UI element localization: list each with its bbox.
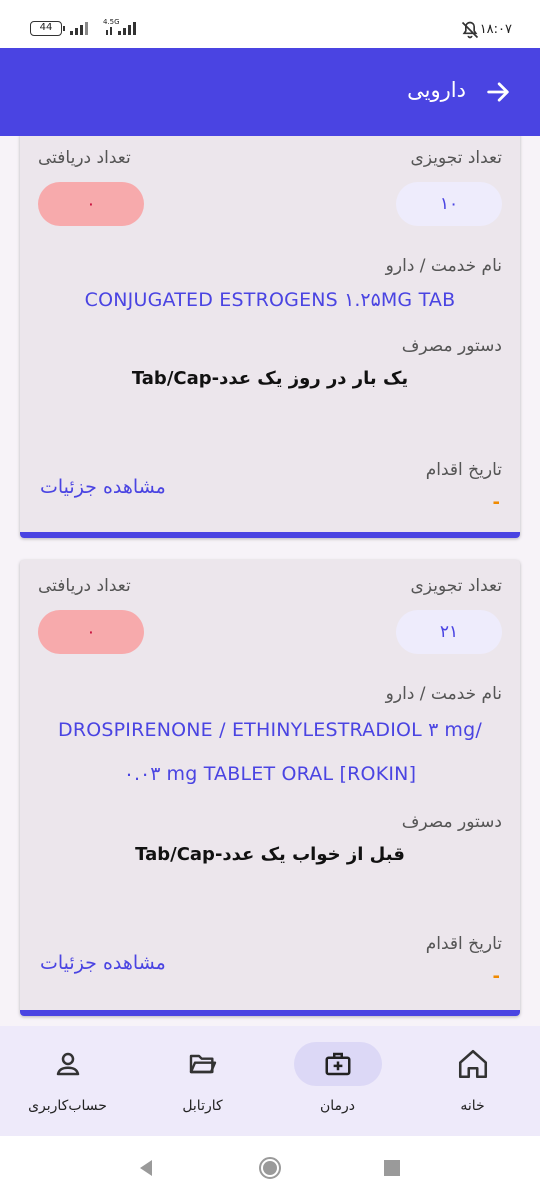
prescribed-count-label: تعداد تجویزی	[410, 148, 502, 168]
view-details-link[interactable]: مشاهده جزئیات	[40, 476, 166, 498]
status-time: ۱۸:۰۷	[479, 22, 512, 37]
service-name-label: نام خدمت / دارو	[385, 684, 502, 704]
nav-icon-container	[293, 1042, 382, 1086]
prescribed-count-badge: ۱۰	[396, 182, 502, 226]
action-date-label: تاریخ اقدام	[425, 934, 502, 954]
prescribed-count-badge: ۲۱	[396, 610, 502, 654]
app-bar: دارویی	[0, 48, 540, 136]
status-left-icons: 44 4.5G	[30, 18, 138, 36]
network-type: 4.5G	[103, 18, 120, 26]
action-date-value: -	[492, 966, 500, 987]
home-icon	[458, 1049, 487, 1079]
nav-icon-container	[429, 1042, 517, 1086]
usage-instruction-label: دستور مصرف	[401, 812, 502, 832]
drug-name: DROSPIRENONE / ETHINYLESTRADIOL ۳ mg/ ۰.…	[40, 708, 500, 796]
service-name-label: نام خدمت / دارو	[385, 256, 502, 276]
nav-icon-container	[159, 1042, 247, 1086]
prescribed-count-label: تعداد تجویزی	[410, 576, 502, 596]
medical-kit-icon	[325, 1052, 350, 1076]
card-accent-bar	[20, 532, 520, 538]
nav-label: خانه	[460, 1098, 485, 1114]
received-count-label: تعداد دریافتی	[38, 576, 131, 596]
status-bar: 44 4.5G ۱۸:۰۷	[0, 0, 540, 48]
nav-item-account[interactable]: حساب‌کاربری	[0, 1026, 135, 1136]
drug-name-line: CONJUGATED ESTROGENS ۱.۲۵MG TAB	[84, 289, 456, 311]
usage-instruction: یک بار در روز یک عدد-Tab/Cap	[131, 368, 409, 389]
drug-name-line: ۰.۰۳ mg TABLET ORAL [ROKIN]	[123, 763, 417, 785]
back-arrow-icon[interactable]	[484, 78, 512, 106]
nav-label: کارتابل	[182, 1098, 223, 1114]
received-count-badge: ۰	[38, 182, 144, 226]
bottom-navigation: خانه درمان کارتابل حساب‌کا	[0, 1026, 540, 1136]
nav-item-cartable[interactable]: کارتابل	[135, 1026, 270, 1136]
system-home-icon[interactable]	[258, 1156, 282, 1180]
user-icon	[56, 1052, 79, 1076]
nav-item-home[interactable]: خانه	[405, 1026, 540, 1136]
nav-label: درمان	[319, 1098, 356, 1114]
drug-name: CONJUGATED ESTROGENS ۱.۲۵MG TAB	[40, 278, 500, 322]
received-count-badge: ۰	[38, 610, 144, 654]
usage-instruction-label: دستور مصرف	[401, 336, 502, 356]
nav-icon-container	[24, 1042, 112, 1086]
usage-instruction: قبل از خواب یک عدد-Tab/Cap	[135, 844, 405, 865]
action-date-label: تاریخ اقدام	[425, 460, 502, 480]
medication-card: تعداد تجویزی تعداد دریافتی ۲۱ ۰ نام خدمت…	[20, 560, 520, 1016]
received-count-label: تعداد دریافتی	[38, 148, 131, 168]
view-details-link[interactable]: مشاهده جزئیات	[40, 952, 166, 974]
battery-icon: 44	[30, 20, 65, 36]
medication-list[interactable]: تعداد تجویزی تعداد دریافتی ۱۰ ۰ نام خدمت…	[0, 136, 540, 1026]
action-date-value: -	[492, 492, 500, 513]
nav-item-treatment[interactable]: درمان	[270, 1026, 405, 1136]
system-back-icon[interactable]	[136, 1158, 156, 1178]
system-navigation-bar	[0, 1136, 540, 1200]
medication-card: تعداد تجویزی تعداد دریافتی ۱۰ ۰ نام خدمت…	[20, 136, 520, 538]
page-title: دارویی	[407, 78, 466, 102]
folder-icon	[189, 1054, 216, 1074]
system-recents-icon[interactable]	[384, 1160, 400, 1176]
battery-level: 44	[39, 21, 53, 33]
card-accent-bar	[20, 1010, 520, 1016]
bell-off-icon	[461, 21, 479, 39]
signal-icon	[70, 22, 88, 35]
drug-name-line: DROSPIRENONE / ETHINYLESTRADIOL ۳ mg/	[57, 719, 483, 741]
nav-label: حساب‌کاربری	[28, 1098, 107, 1114]
